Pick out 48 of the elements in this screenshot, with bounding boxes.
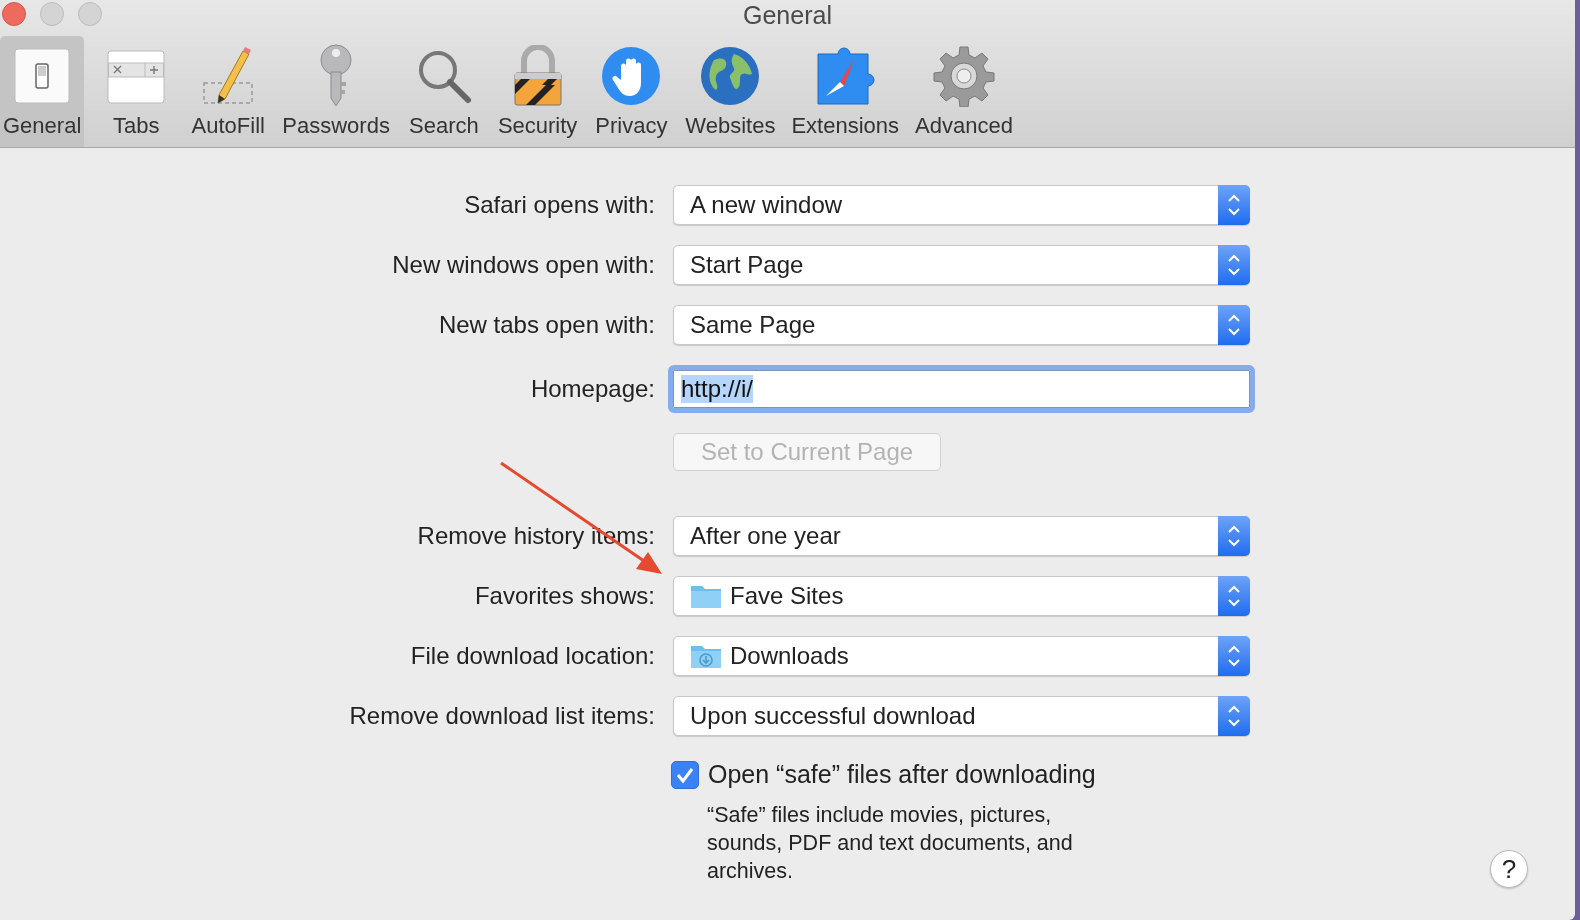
- download-folder-icon: [690, 643, 722, 669]
- toolbar-tab[interactable]: Passwords: [280, 36, 392, 147]
- switch-icon: [13, 47, 72, 105]
- toolbar-tab[interactable]: Websites: [683, 36, 778, 147]
- field-label: File download location:: [409, 641, 656, 671]
- tabs-window-icon: [107, 47, 166, 105]
- popup-menu[interactable]: Start Page: [673, 245, 1250, 285]
- popup-menu[interactable]: Downloads: [673, 636, 1250, 676]
- up-down-arrows-icon: [1226, 643, 1242, 669]
- help-button[interactable]: ?: [1490, 850, 1528, 888]
- toolbar-tab[interactable]: Search: [403, 36, 484, 147]
- popup-menu[interactable]: Upon successful download: [673, 696, 1250, 736]
- popup-menu[interactable]: Same Page: [673, 305, 1250, 345]
- popup-menu[interactable]: Fave Sites: [673, 576, 1250, 616]
- up-down-arrows-icon: [1226, 703, 1242, 729]
- field-label: Remove download list items:: [348, 701, 656, 731]
- toolbar-tab[interactable]: Privacy: [591, 36, 672, 147]
- up-down-arrows-icon: [1226, 583, 1242, 609]
- popup-menu[interactable]: A new window: [673, 185, 1250, 225]
- toolbar-tab[interactable]: Tabs: [96, 36, 177, 147]
- folder-icon: [690, 583, 722, 609]
- field-label: Safari opens with:: [463, 190, 656, 220]
- homepage-field[interactable]: http://i/: [668, 365, 1255, 413]
- compass-puzzle-icon: [814, 46, 877, 106]
- field-label: New windows open with:: [391, 250, 656, 280]
- toolbar-tab[interactable]: Security: [495, 36, 580, 147]
- field-label: Homepage:: [529, 374, 656, 404]
- toolbar-tab[interactable]: Advanced: [913, 36, 1015, 147]
- hand-icon: [601, 46, 662, 106]
- window-title: General: [743, 0, 832, 30]
- gear-icon: [933, 45, 995, 107]
- globe-icon: [700, 46, 761, 106]
- checkmark-icon: [675, 765, 695, 784]
- padlock-icon: [511, 45, 564, 107]
- toolbar-tab[interactable]: AutoFill: [188, 36, 269, 147]
- up-down-arrows-icon: [1226, 523, 1242, 549]
- field-label: Favorites shows:: [473, 581, 656, 611]
- up-down-arrows-icon: [1226, 312, 1242, 338]
- checkbox[interactable]: [671, 760, 699, 789]
- up-down-arrows-icon: [1226, 252, 1242, 278]
- close-button[interactable]: [2, 2, 26, 26]
- field-label: New tabs open with:: [437, 310, 656, 340]
- checkbox-description: “Safe” files include movies, pictures, sounds, PDF and text documents, and archives.: [707, 802, 1074, 885]
- checkbox-label: Open “safe” files after downloading: [708, 760, 1096, 789]
- popup-menu[interactable]: After one year: [673, 516, 1250, 556]
- up-down-arrows-icon: [1226, 192, 1242, 218]
- toolbar-tab[interactable]: Extensions: [789, 36, 902, 147]
- toolbar-tab[interactable]: General: [0, 36, 85, 147]
